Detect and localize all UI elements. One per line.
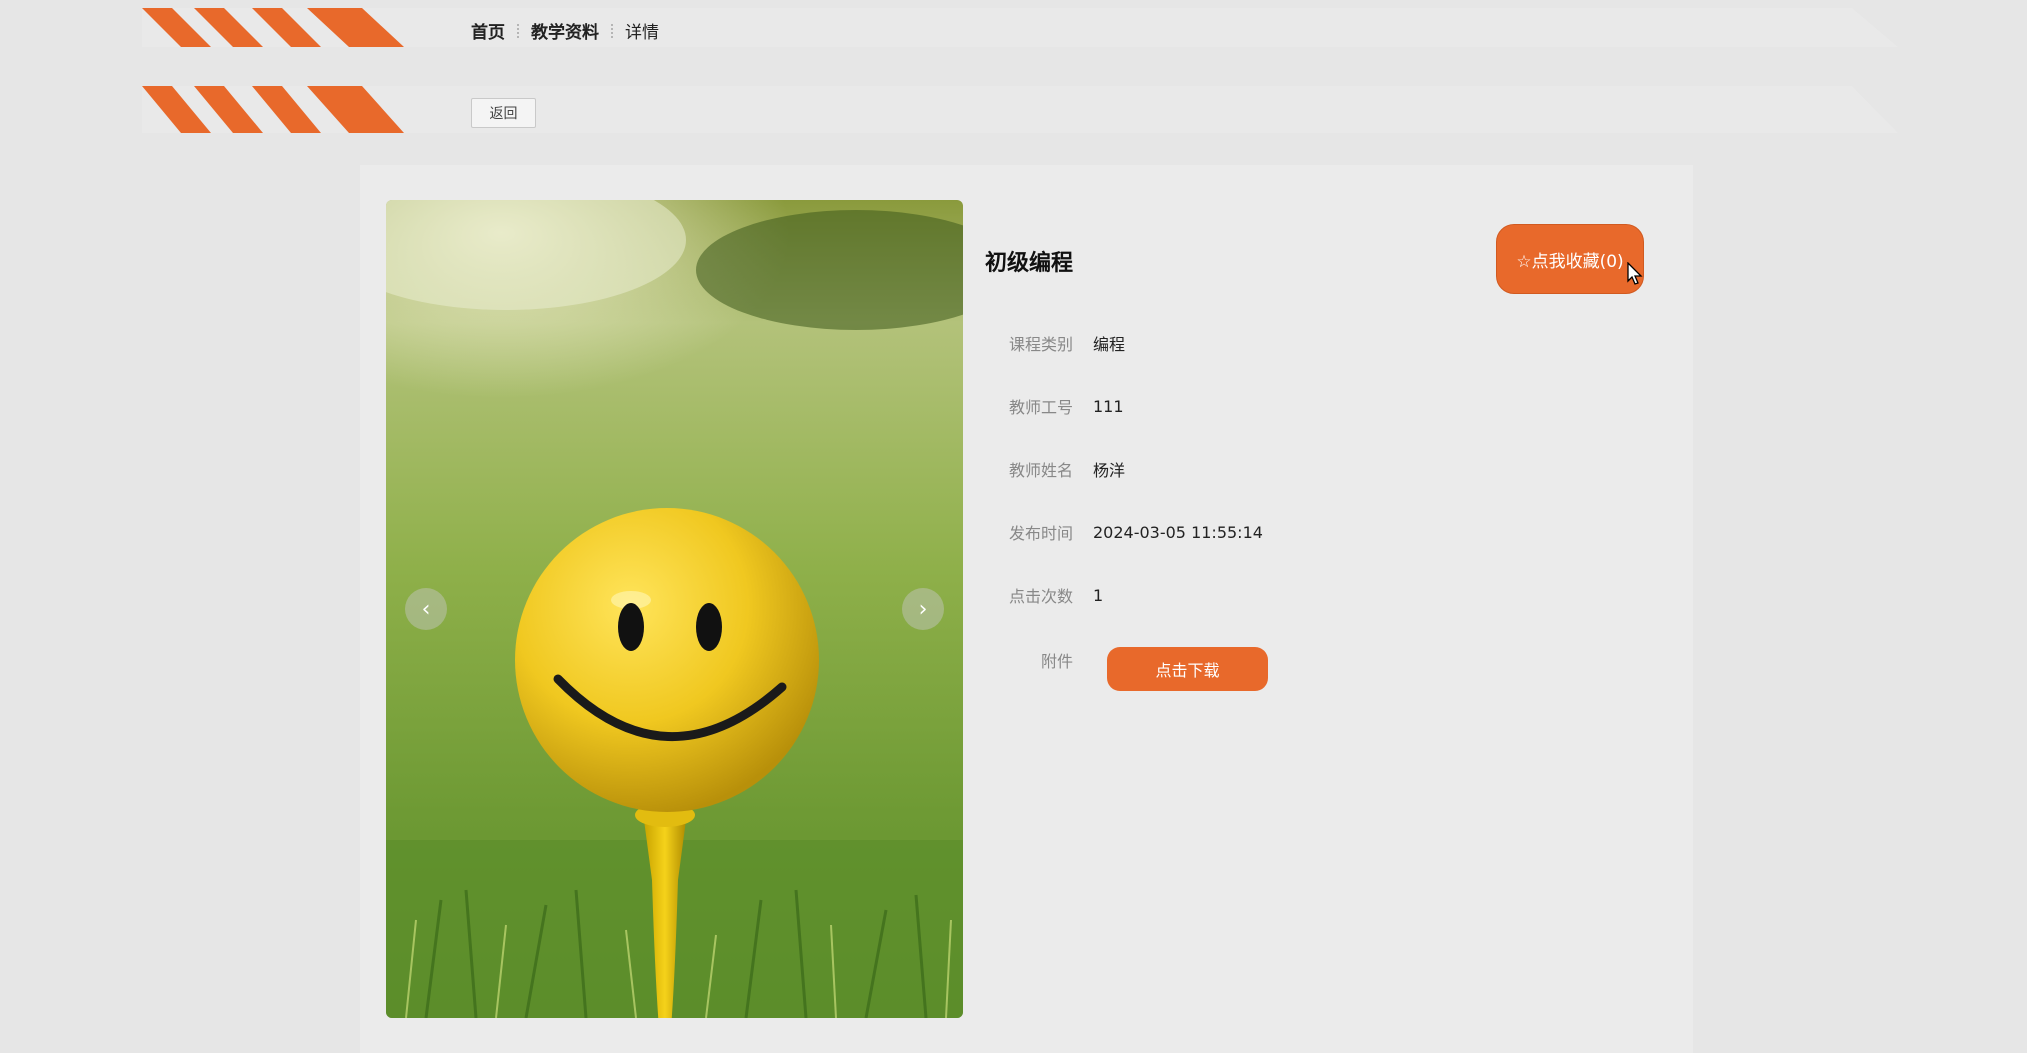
field-teacher-name: 教师姓名 杨洋 bbox=[980, 457, 1125, 481]
back-button[interactable]: 返回 bbox=[471, 98, 536, 128]
breadcrumb-separator bbox=[611, 23, 613, 38]
field-label: 教师姓名 bbox=[1008, 461, 1073, 480]
breadcrumb-section[interactable]: 教学资料 bbox=[531, 18, 599, 43]
carousel-next-button[interactable]: › bbox=[902, 588, 944, 630]
favorite-button[interactable]: ☆点我收藏(0) bbox=[1496, 224, 1644, 294]
chevron-right-icon: › bbox=[918, 596, 928, 622]
breadcrumb-bar bbox=[142, 8, 1898, 47]
download-button[interactable]: 点击下载 bbox=[1107, 647, 1268, 691]
stripes-decoration bbox=[142, 8, 404, 47]
breadcrumb-separator bbox=[517, 23, 519, 38]
field-click-count: 点击次数 1 bbox=[980, 583, 1103, 607]
course-image-carousel[interactable] bbox=[386, 200, 963, 1018]
attachment-label: 附件 bbox=[1040, 652, 1073, 671]
favorite-button-label: ☆点我收藏(0) bbox=[1516, 251, 1624, 272]
chevron-left-icon: ‹ bbox=[421, 596, 431, 622]
download-button-label: 点击下载 bbox=[1155, 661, 1220, 680]
field-value: 111 bbox=[1093, 396, 1124, 416]
field-label: 教师工号 bbox=[1008, 398, 1073, 417]
breadcrumb-home[interactable]: 首页 bbox=[471, 18, 505, 43]
field-course-category: 课程类别 编程 bbox=[980, 331, 1125, 355]
action-bar bbox=[142, 86, 1898, 133]
field-value: 2024-03-05 11:55:14 bbox=[1093, 522, 1263, 542]
field-label: 课程类别 bbox=[1008, 335, 1073, 354]
carousel-prev-button[interactable]: ‹ bbox=[405, 588, 447, 630]
field-label: 发布时间 bbox=[1008, 524, 1073, 543]
mouse-cursor-icon bbox=[1627, 262, 1643, 285]
breadcrumb: 首页 教学资料 详情 bbox=[471, 18, 659, 43]
course-image bbox=[386, 200, 963, 1018]
breadcrumb-current: 详情 bbox=[625, 23, 659, 43]
field-publish-time: 发布时间 2024-03-05 11:55:14 bbox=[980, 520, 1263, 544]
course-title: 初级编程 bbox=[985, 251, 1074, 276]
field-value: 1 bbox=[1093, 585, 1104, 605]
stripes-decoration bbox=[142, 86, 404, 133]
field-label: 点击次数 bbox=[1008, 587, 1073, 606]
field-value: 杨洋 bbox=[1093, 461, 1126, 480]
field-value: 编程 bbox=[1093, 335, 1126, 354]
field-teacher-id: 教师工号 111 bbox=[980, 394, 1124, 418]
